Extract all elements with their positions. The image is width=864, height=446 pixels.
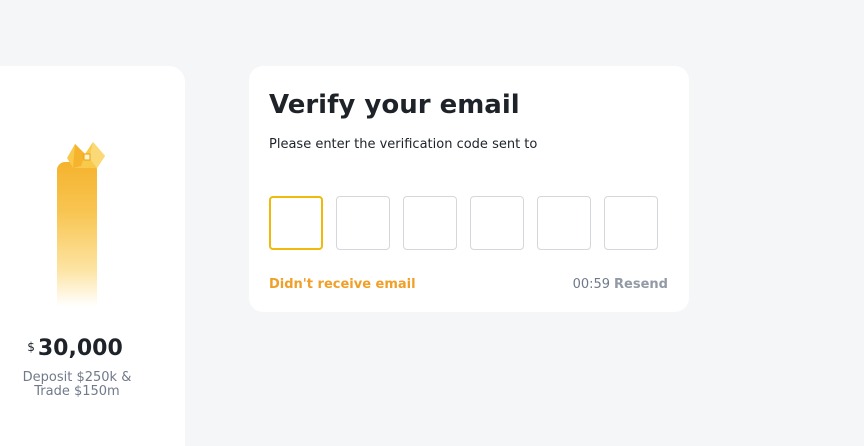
tier-description-line-2: Trade $150m [34, 384, 120, 399]
tier-description: Deposit $250k & Trade $150m [0, 371, 154, 399]
code-digit-2[interactable] [336, 196, 390, 250]
tier-progress-bar [57, 138, 109, 308]
verification-code-input [269, 196, 658, 250]
tier-description-line-1: Deposit $250k & [22, 370, 132, 385]
tier-bar-fill [57, 162, 97, 306]
resend-button[interactable]: Resend [614, 277, 668, 292]
countdown-timer: 00:59 [572, 277, 611, 292]
resend-group: 00:59 Resend [573, 277, 668, 292]
code-digit-4[interactable] [470, 196, 524, 250]
code-digit-1[interactable] [269, 196, 323, 250]
code-digit-3[interactable] [403, 196, 457, 250]
code-digit-6[interactable] [604, 196, 658, 250]
currency-symbol: $ [27, 340, 35, 354]
crown-icon [67, 142, 105, 168]
tier-amount: $30,000 [0, 336, 150, 361]
instructions-text: Please enter the verification code sent … [269, 137, 538, 152]
verify-email-card: Verify your email Please enter the verif… [249, 66, 689, 312]
code-digit-5[interactable] [537, 196, 591, 250]
tier-amount-value: 30,000 [37, 336, 123, 361]
page-title: Verify your email [269, 90, 520, 120]
didnt-receive-email-link[interactable]: Didn't receive email [269, 277, 416, 292]
